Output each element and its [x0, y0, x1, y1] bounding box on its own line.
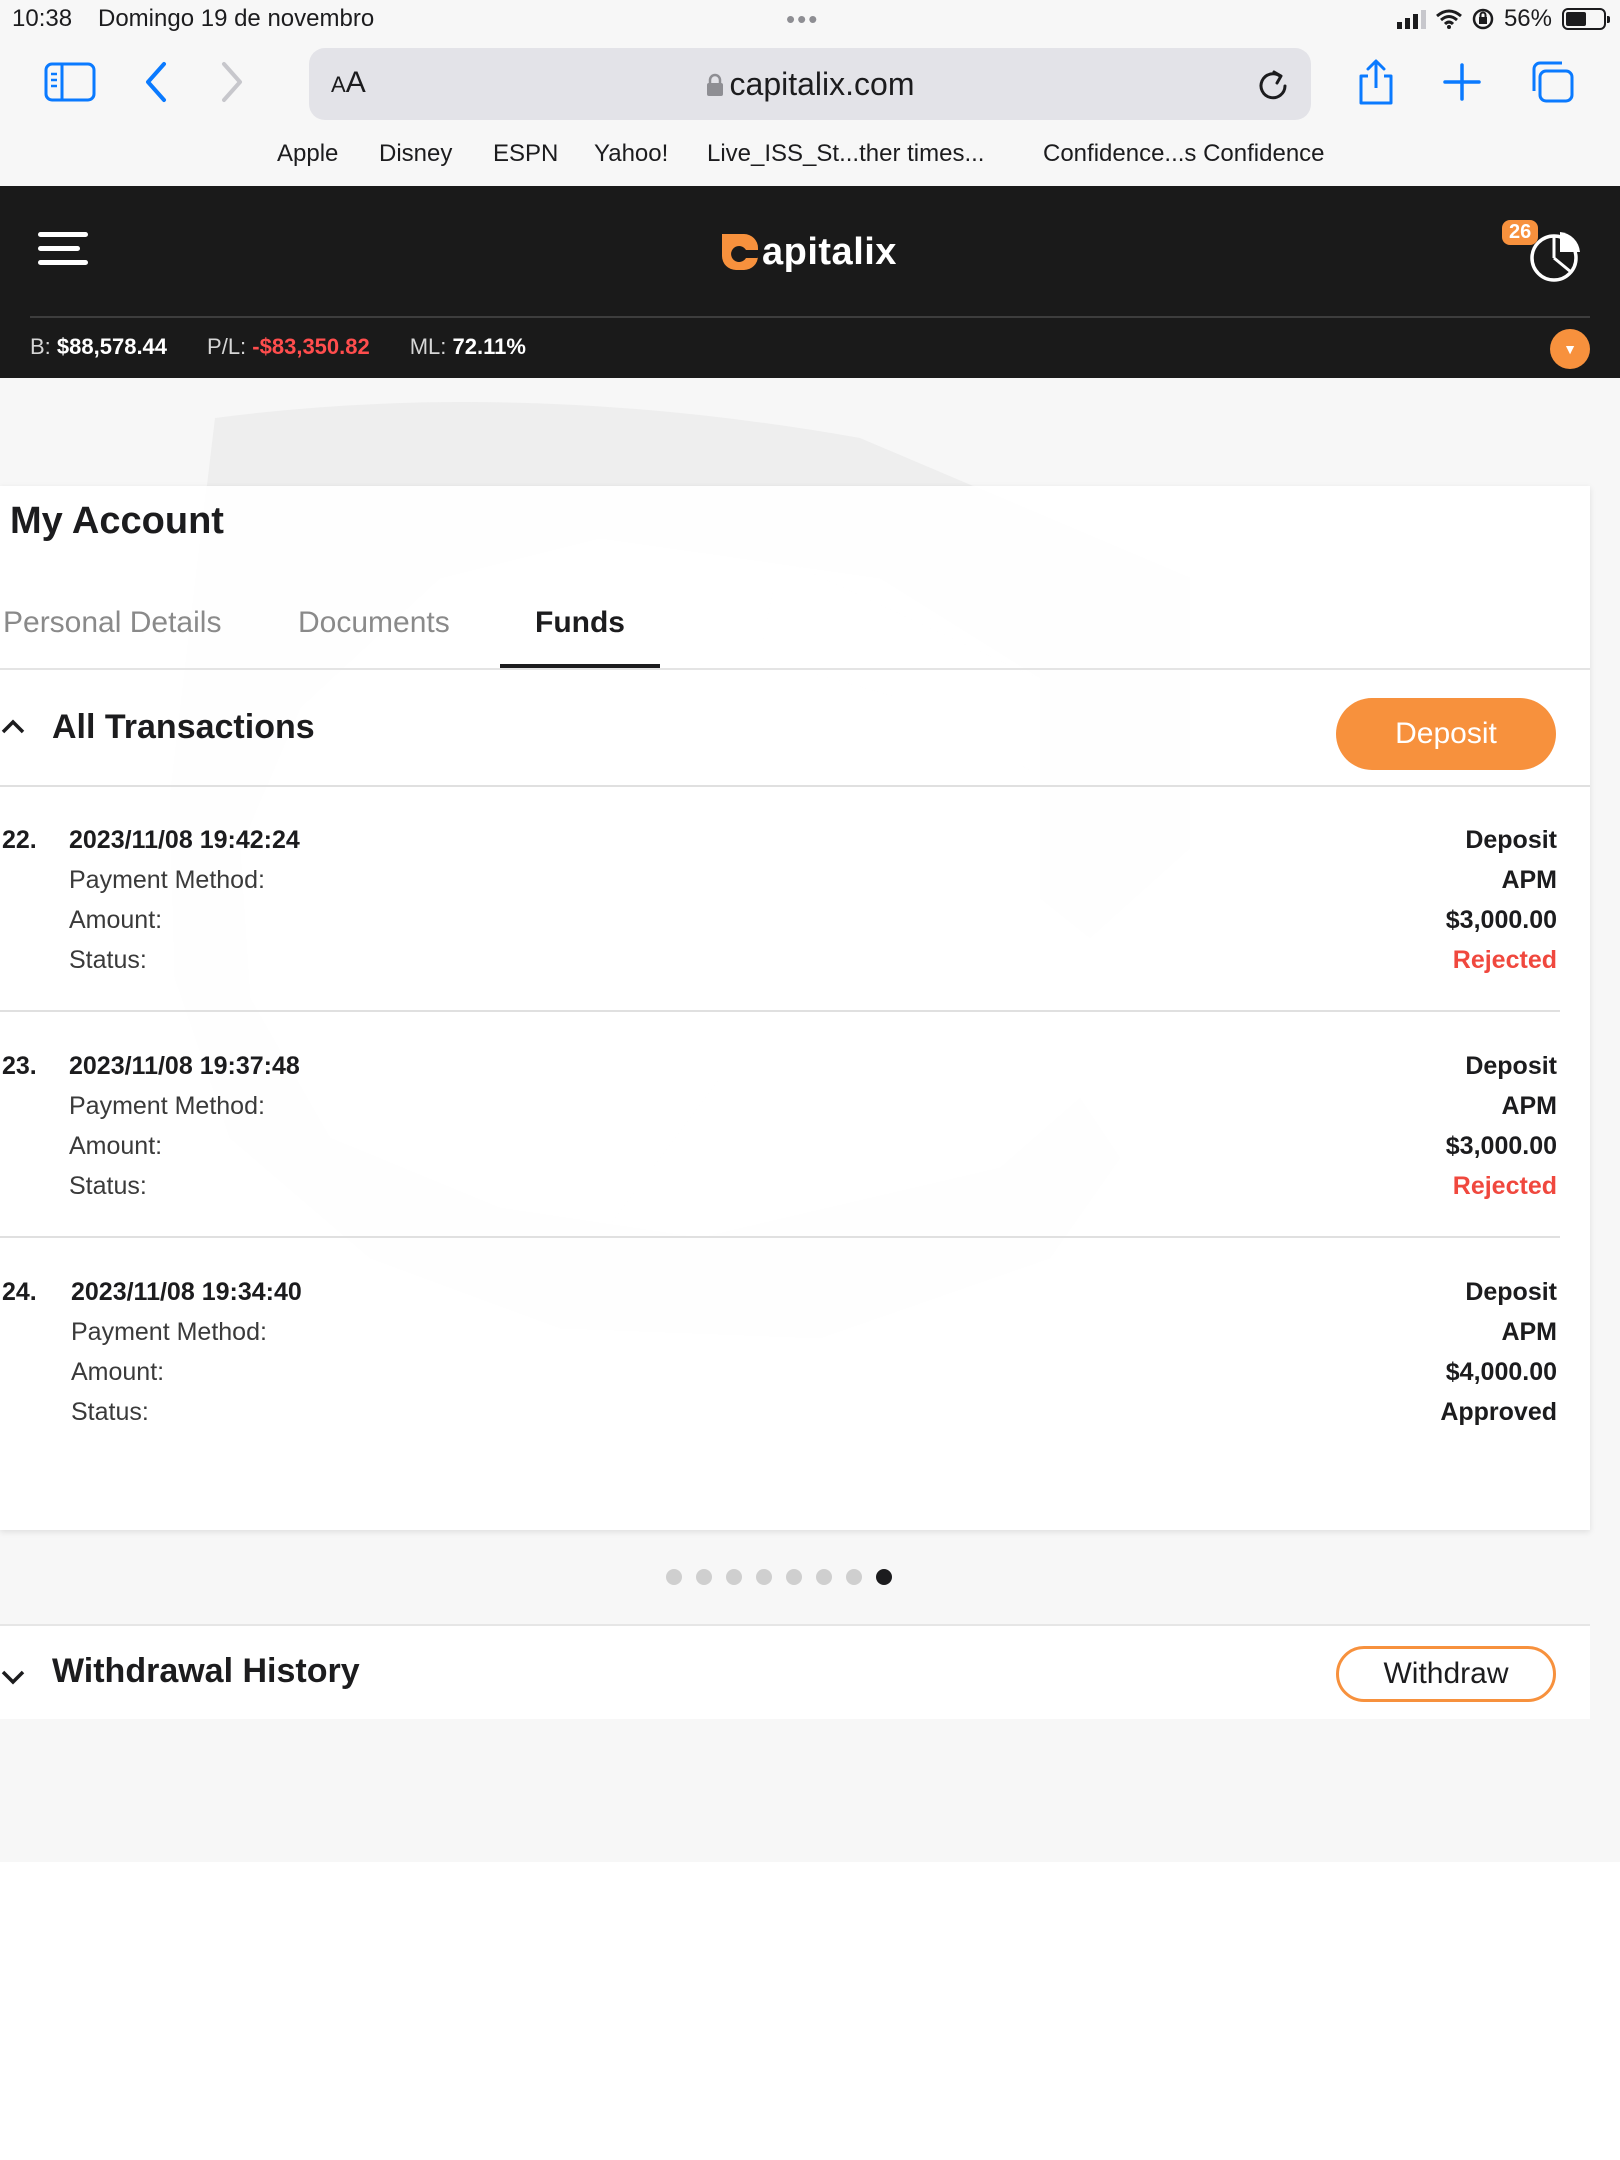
capitalix-logo[interactable]: apitalix: [718, 222, 897, 282]
status-value: Rejected: [1452, 1172, 1557, 1200]
balance: B: $88,578.44: [30, 334, 168, 359]
active-tab-indicator: [500, 664, 660, 668]
divider: [0, 785, 1590, 787]
transaction-number: 24.: [2, 1278, 37, 1306]
multitasking-dots-icon[interactable]: •••: [786, 4, 819, 35]
ios-status-bar: 10:38 Domingo 19 de novembro ••• 56%: [0, 0, 1620, 40]
favorites-bar: Apple Disney ESPN Yahoo! Live_ISS_St...t…: [0, 130, 1620, 186]
deposit-button[interactable]: Deposit: [1336, 698, 1556, 770]
favorite-link[interactable]: Yahoo!: [594, 140, 668, 168]
browser-toolbar: AA capitalix.com: [0, 40, 1620, 130]
account-summary: B: $88,578.44 P/L: -$83,350.82 ML: 72.11…: [30, 334, 526, 360]
new-tab-icon[interactable]: [1434, 56, 1490, 108]
page-dot[interactable]: [666, 1569, 682, 1585]
transaction-datetime: 2023/11/08 19:34:40: [71, 1278, 302, 1306]
page-dot[interactable]: [696, 1569, 712, 1585]
expand-account-icon[interactable]: ▼: [1550, 329, 1590, 369]
tab-documents[interactable]: Documents: [298, 602, 450, 670]
transaction-datetime: 2023/11/08 19:42:24: [69, 826, 300, 854]
amount-value: $3,000.00: [1445, 906, 1557, 934]
wifi-icon: [1435, 9, 1462, 29]
forward-icon[interactable]: [204, 56, 260, 108]
amount-label: Amount:: [69, 906, 163, 934]
payment-method-label: Payment Method:: [69, 866, 265, 894]
status-label: Status:: [69, 946, 147, 974]
withdrawal-history-header[interactable]: Withdrawal History Withdraw: [0, 1624, 1590, 1719]
logo-mark-icon: [718, 232, 760, 272]
tabs-overview-icon[interactable]: [1524, 56, 1580, 108]
lock-icon: [706, 73, 723, 96]
favorite-link[interactable]: Confidence...s Confidence: [1043, 140, 1325, 168]
section-title: Withdrawal History: [52, 1652, 360, 1690]
transaction-row: 24. 2023/11/08 19:34:40 Payment Method: …: [0, 1240, 1590, 1466]
sidebar-icon[interactable]: [42, 56, 98, 108]
transaction-datetime: 2023/11/08 19:37:48: [69, 1052, 300, 1080]
page-dot[interactable]: [726, 1569, 742, 1585]
transaction-number: 23.: [2, 1052, 37, 1080]
back-icon[interactable]: [128, 56, 184, 108]
page-dot[interactable]: [756, 1569, 772, 1585]
page-dot[interactable]: [786, 1569, 802, 1585]
favorite-link[interactable]: Apple: [277, 140, 338, 168]
divider: [0, 1236, 1560, 1238]
tab-personal-details[interactable]: Personal Details: [3, 602, 221, 670]
amount-label: Amount:: [71, 1358, 165, 1386]
payment-method-value: APM: [1501, 1318, 1557, 1346]
page-dot-active[interactable]: [876, 1569, 892, 1585]
notifications-button[interactable]: 26: [1502, 220, 1582, 284]
notification-badge: 26: [1502, 220, 1539, 245]
address-bar[interactable]: AA capitalix.com: [309, 48, 1311, 120]
status-label: Status:: [71, 1398, 149, 1426]
payment-method-label: Payment Method:: [71, 1318, 267, 1346]
transactions-header[interactable]: All Transactions Deposit: [0, 672, 1590, 784]
status-time: 10:38: [12, 5, 73, 32]
header-divider: [30, 316, 1590, 318]
battery-percent: 56%: [1503, 5, 1552, 32]
app-header: apitalix 26 B: $88,578.44 P/L: -$83,350.…: [0, 186, 1620, 378]
section-title: All Transactions: [52, 708, 315, 746]
payment-method-value: APM: [1501, 866, 1557, 894]
page-title: My Account: [10, 500, 224, 542]
tab-funds[interactable]: Funds: [535, 602, 625, 670]
battery-icon: [1562, 8, 1610, 30]
profit-loss: P/L: -$83,350.82: [207, 334, 370, 359]
url-text[interactable]: capitalix.com: [309, 66, 1311, 103]
favorite-link[interactable]: Disney: [379, 140, 452, 168]
account-tabs: Personal Details Documents Funds: [0, 602, 1590, 670]
logo-text: apitalix: [762, 230, 897, 273]
payment-method-label: Payment Method:: [69, 1092, 265, 1120]
pagination-dots: [666, 1569, 892, 1585]
transaction-row: 22. 2023/11/08 19:42:24 Payment Method: …: [0, 788, 1590, 1014]
orientation-lock-icon: [1472, 8, 1494, 30]
transaction-row: 23. 2023/11/08 19:37:48 Payment Method: …: [0, 1014, 1590, 1240]
payment-method-value: APM: [1501, 1092, 1557, 1120]
amount-label: Amount:: [69, 1132, 163, 1160]
page-dot[interactable]: [816, 1569, 832, 1585]
amount-value: $4,000.00: [1445, 1358, 1557, 1386]
transaction-type: Deposit: [1465, 1278, 1557, 1306]
status-label: Status:: [69, 1172, 147, 1200]
chevron-down-icon[interactable]: [0, 1664, 26, 1690]
menu-icon[interactable]: [38, 232, 88, 276]
my-account-card: My Account Personal Details Documents Fu…: [0, 486, 1590, 1530]
reload-icon[interactable]: [1253, 62, 1293, 106]
status-date: Domingo 19 de novembro: [98, 5, 375, 32]
status-value: Rejected: [1452, 946, 1557, 974]
favorite-link[interactable]: Live_ISS_St...ther times...: [707, 140, 984, 168]
amount-value: $3,000.00: [1445, 1132, 1557, 1160]
favorite-link[interactable]: ESPN: [493, 140, 558, 168]
transaction-type: Deposit: [1465, 1052, 1557, 1080]
transaction-type: Deposit: [1465, 826, 1557, 854]
cellular-signal-icon: [1396, 9, 1426, 29]
status-value: Approved: [1440, 1398, 1557, 1426]
chevron-up-icon[interactable]: [0, 714, 26, 740]
share-icon[interactable]: [1348, 56, 1404, 108]
content-area: My Account Personal Details Documents Fu…: [0, 378, 1620, 1862]
margin-level: ML: 72.11%: [409, 334, 526, 359]
transaction-number: 22.: [2, 826, 37, 854]
divider: [0, 1010, 1560, 1012]
withdraw-button[interactable]: Withdraw: [1336, 1646, 1556, 1702]
page-dot[interactable]: [846, 1569, 862, 1585]
